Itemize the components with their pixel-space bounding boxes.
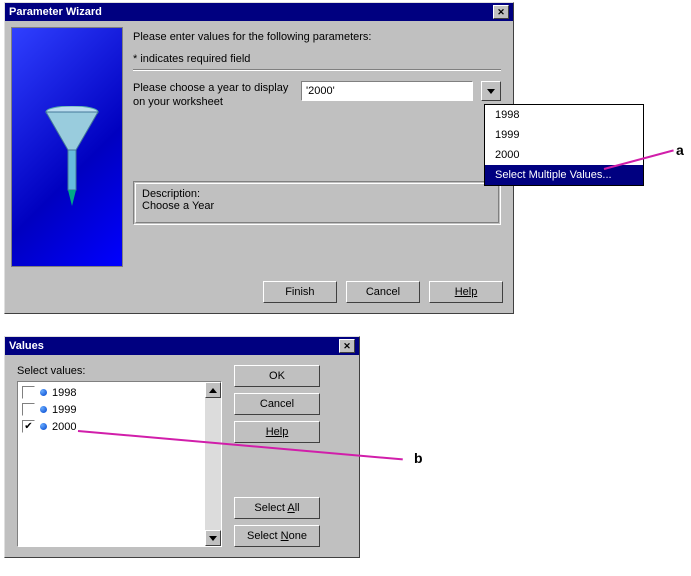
checkbox-1998[interactable] [22, 386, 35, 399]
annotation-a: a [676, 142, 684, 158]
help-button[interactable]: Help [234, 421, 320, 443]
list-item[interactable]: 1999 [20, 401, 203, 418]
annotation-b: b [414, 450, 423, 466]
cancel-button[interactable]: Cancel [234, 393, 320, 415]
scroll-up-button[interactable] [205, 382, 221, 398]
wizard-prompt: Please enter values for the following pa… [133, 31, 501, 43]
finish-button[interactable]: Finish [263, 281, 337, 303]
chevron-down-icon [487, 89, 495, 94]
values-listbox: 1998 1999 ✔ 2000 [17, 381, 222, 547]
required-note: * indicates required field [133, 53, 501, 65]
wizard-graphic [11, 27, 123, 267]
year-input[interactable]: '2000' [301, 81, 473, 101]
bullet-icon [40, 389, 47, 396]
select-none-button[interactable]: Select None [234, 525, 320, 547]
bullet-icon [40, 406, 47, 413]
bullet-icon [40, 423, 47, 430]
list-item-label: 2000 [52, 421, 76, 433]
close-icon[interactable]: ✕ [493, 5, 509, 19]
values-title: Values [9, 340, 339, 352]
ok-button[interactable]: OK [234, 365, 320, 387]
scroll-down-button[interactable] [205, 530, 221, 546]
checkbox-1999[interactable] [22, 403, 35, 416]
select-values-label: Select values: [17, 365, 222, 377]
description-label: Description: [142, 188, 492, 200]
scrollbar[interactable] [205, 382, 221, 546]
list-item[interactable]: 1998 [20, 384, 203, 401]
wizard-titlebar[interactable]: Parameter Wizard ✕ [5, 3, 513, 21]
dropdown-button[interactable] [481, 81, 501, 101]
values-titlebar[interactable]: Values ✕ [5, 337, 359, 355]
separator [133, 69, 501, 71]
close-icon[interactable]: ✕ [339, 339, 355, 353]
funnel-icon [42, 106, 102, 216]
help-button[interactable]: Help [429, 281, 503, 303]
chevron-up-icon [209, 388, 217, 393]
dropdown-item-2000[interactable]: 2000 [485, 145, 643, 165]
select-all-button[interactable]: Select All [234, 497, 320, 519]
year-dropdown-list: 1998 1999 2000 Select Multiple Values... [484, 104, 644, 186]
checkbox-2000[interactable]: ✔ [22, 420, 35, 433]
dropdown-item-multi[interactable]: Select Multiple Values... [485, 165, 643, 185]
param-label: Please choose a year to display on your … [133, 81, 293, 109]
wizard-title: Parameter Wizard [9, 6, 493, 18]
dropdown-item-1998[interactable]: 1998 [485, 105, 643, 125]
chevron-down-icon [209, 536, 217, 541]
list-item-label: 1998 [52, 387, 76, 399]
dropdown-item-1999[interactable]: 1999 [485, 125, 643, 145]
list-item-label: 1999 [52, 404, 76, 416]
description-group: Description: Choose a Year [133, 181, 501, 225]
cancel-button[interactable]: Cancel [346, 281, 420, 303]
description-text: Choose a Year [142, 200, 492, 212]
